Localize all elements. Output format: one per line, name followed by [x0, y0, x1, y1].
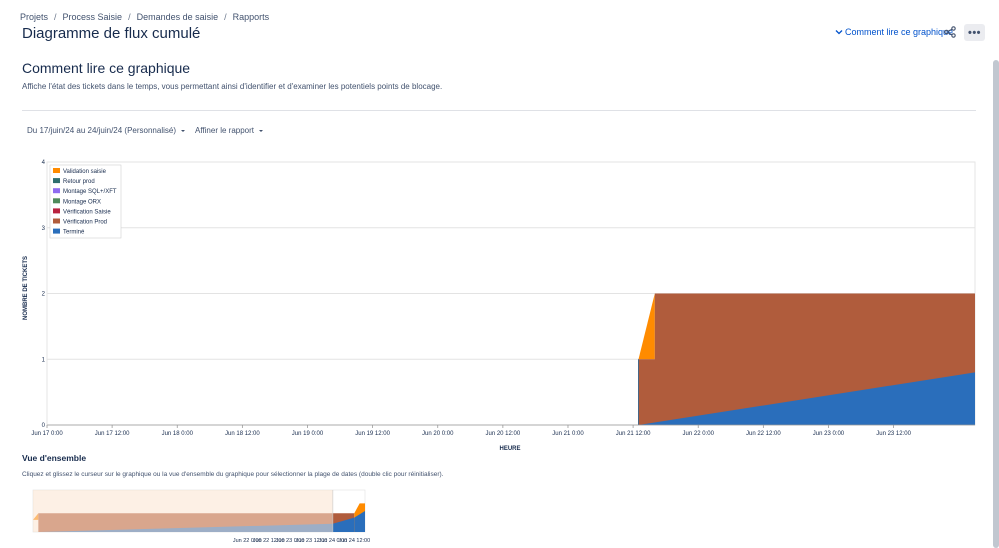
- overview-axes: Jun 22 0:00Jun 22 12:00Jun 23 0:00Jun 23…: [233, 538, 370, 544]
- legend-swatch: [53, 208, 60, 214]
- chart-areas: [638, 293, 975, 425]
- legend-item: Montage SQL+/XFT: [63, 189, 117, 195]
- overview-title: Vue d'ensemble: [22, 453, 87, 463]
- overview-chart[interactable]: Jun 22 0:00Jun 22 12:00Jun 23 0:00Jun 23…: [0, 485, 999, 548]
- x-tick-label: Jun 17 0:00: [31, 431, 63, 437]
- y-tick-label: 1: [42, 357, 46, 363]
- x-tick-label: Jun 20 12:00: [486, 431, 521, 437]
- legend-swatch: [53, 198, 60, 204]
- y-tick-label: 2: [42, 292, 46, 298]
- legend-swatch: [53, 168, 60, 173]
- y-tick-label: 0: [42, 423, 46, 429]
- x-tick-label: Jun 22 12:00: [746, 431, 781, 437]
- legend-item: Validation saisie: [63, 169, 107, 175]
- legend-swatch: [53, 178, 60, 184]
- chart-legend[interactable]: Validation saisie Retour prod Montage SQL+…: [49, 164, 122, 239]
- overview-description: Cliquez et glissez le curseur sur le gra…: [22, 471, 444, 478]
- x-tick-label: Jun 19 12:00: [355, 431, 390, 437]
- overview-range-mask: [33, 490, 333, 532]
- x-tick-label: Jun 20 0:00: [422, 431, 454, 437]
- legend-item: Retour prod: [63, 179, 95, 185]
- x-tick-label: Jun 23 0:00: [813, 431, 845, 437]
- legend-item: Terminé: [63, 230, 85, 236]
- x-tick-label: Jun 21 0:00: [552, 431, 584, 437]
- x-tick-label: Jun 19 0:00: [292, 431, 324, 437]
- x-tick-label: Jun 23 12:00: [876, 431, 911, 437]
- legend-item: Montage ORX: [63, 199, 101, 205]
- legend-swatch: [53, 218, 60, 224]
- legend-swatch: [53, 228, 60, 234]
- overview-areas: [32, 489, 366, 533]
- page-scrollbar[interactable]: [993, 60, 999, 548]
- y-tick-label: 3: [42, 226, 46, 232]
- legend-item: Vérification Saisie: [63, 209, 111, 215]
- x-tick-label: Jun 17 12:00: [95, 431, 130, 437]
- legend-item: Vérification Prod: [63, 220, 107, 226]
- legend-swatch: [53, 188, 60, 194]
- x-tick-label: Jun 21 12:00: [616, 431, 651, 437]
- x-tick-label: Jun 18 0:00: [162, 431, 194, 437]
- x-tick-label: Jun 18 12:00: [225, 431, 260, 437]
- x-axis-label: HEURE: [499, 446, 520, 452]
- y-tick-label: 4: [42, 160, 46, 166]
- y-axis-label: NOMBRE DE TICKETS: [23, 256, 29, 320]
- overview-x-tick-label: Jun 24 12:00: [338, 538, 370, 544]
- cumulative-flow-chart[interactable]: 0 1 2 3 4 Jun 17 0:00 Jun 17 12:00 Jun 18 0:00 J…: [0, 0, 999, 460]
- x-tick-label: Jun 22 0:00: [683, 431, 715, 437]
